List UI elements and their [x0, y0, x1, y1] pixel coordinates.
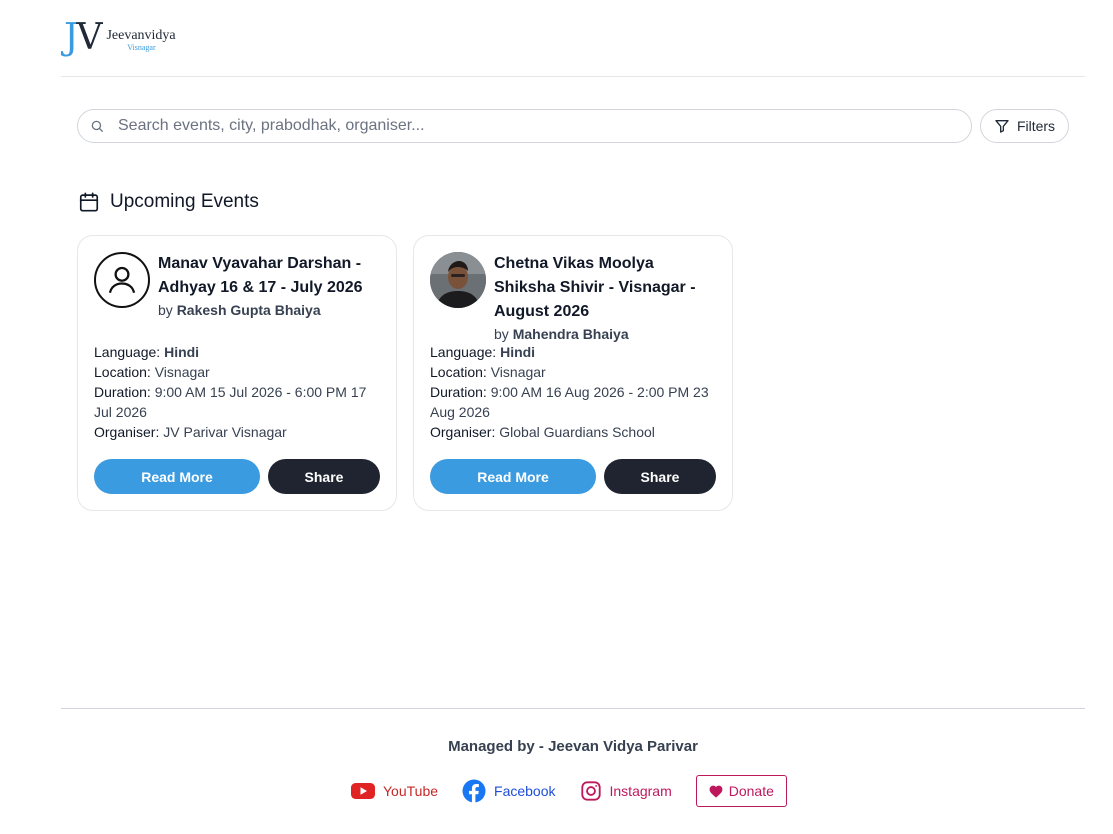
facebook-icon — [462, 779, 486, 803]
social-links: YouTube Facebook Instagram Donate — [351, 775, 787, 807]
filters-button[interactable]: Filters — [980, 109, 1069, 143]
facebook-label: Facebook — [494, 783, 556, 799]
read-more-button[interactable]: Read More — [430, 459, 596, 494]
logo-mark: JV — [64, 17, 102, 58]
event-card: Chetna Vikas Moolya Shiksha Shivir - Vis… — [413, 235, 733, 511]
event-card-header: Manav Vyavahar Darshan - Adhyay 16 & 17 … — [94, 252, 382, 320]
event-presenter: by Mahendra Bhaiya — [494, 326, 629, 342]
heart-icon — [709, 785, 723, 798]
event-presenter: by Rakesh Gupta Bhaiya — [158, 302, 321, 318]
instagram-label: Instagram — [609, 783, 672, 799]
event-details: Language: Hindi Location: Visnagar Durat… — [94, 342, 382, 442]
event-language: Language: Hindi — [94, 344, 200, 360]
brand-subtitle: Visnagar — [127, 43, 156, 52]
search-icon — [91, 120, 103, 132]
calendar-icon — [79, 192, 99, 212]
share-button[interactable]: Share — [604, 459, 716, 494]
donate-button[interactable]: Donate — [695, 775, 787, 807]
filters-label: Filters — [1016, 118, 1056, 134]
event-language: Language: Hindi — [430, 344, 536, 360]
brand-name: Jeevanvidya — [106, 28, 176, 43]
event-duration: Duration: 9:00 AM 16 Aug 2026 - 2:00 PM … — [430, 384, 709, 420]
avatar — [94, 252, 150, 308]
avatar — [430, 252, 486, 308]
section-title: Upcoming Events — [110, 191, 259, 212]
youtube-label: YouTube — [383, 783, 439, 799]
site-header: JV Jeevanvidya Visnagar — [61, 0, 1085, 77]
event-location: Location: Visnagar — [430, 364, 546, 380]
footer-divider — [61, 708, 1085, 709]
section-header: Upcoming Events — [78, 191, 259, 213]
youtube-link[interactable]: YouTube — [351, 782, 438, 800]
default-user-icon — [108, 266, 136, 294]
event-organiser: Organiser: JV Parivar Visnagar — [94, 424, 287, 440]
donate-label: Donate — [728, 783, 774, 799]
instagram-link[interactable]: Instagram — [580, 780, 672, 802]
filter-icon — [995, 120, 1009, 133]
logo-text: Jeevanvidya Visnagar — [106, 28, 176, 53]
event-title[interactable]: Chetna Vikas Moolya Shiksha Shivir - Vis… — [494, 252, 718, 324]
event-organiser: Organiser: Global Guardians School — [430, 424, 655, 440]
managed-by-text: Managed by - Jeevan Vidya Parivar — [448, 738, 698, 755]
brand-logo[interactable]: JV Jeevanvidya Visnagar — [64, 20, 176, 56]
share-button[interactable]: Share — [268, 459, 380, 494]
search-bar[interactable] — [77, 109, 972, 143]
event-location: Location: Visnagar — [94, 364, 210, 380]
event-card: Manav Vyavahar Darshan - Adhyay 16 & 17 … — [77, 235, 397, 511]
event-duration: Duration: 9:00 AM 15 Jul 2026 - 6:00 PM … — [94, 384, 367, 420]
youtube-icon — [351, 783, 375, 799]
event-card-header: Chetna Vikas Moolya Shiksha Shivir - Vis… — [430, 252, 718, 344]
search-input[interactable] — [118, 117, 938, 135]
instagram-icon — [580, 781, 601, 801]
facebook-link[interactable]: Facebook — [462, 779, 556, 803]
event-details: Language: Hindi Location: Visnagar Durat… — [430, 342, 718, 442]
event-title[interactable]: Manav Vyavahar Darshan - Adhyay 16 & 17 … — [158, 252, 382, 300]
read-more-button[interactable]: Read More — [94, 459, 260, 494]
presenter-photo — [430, 252, 486, 308]
